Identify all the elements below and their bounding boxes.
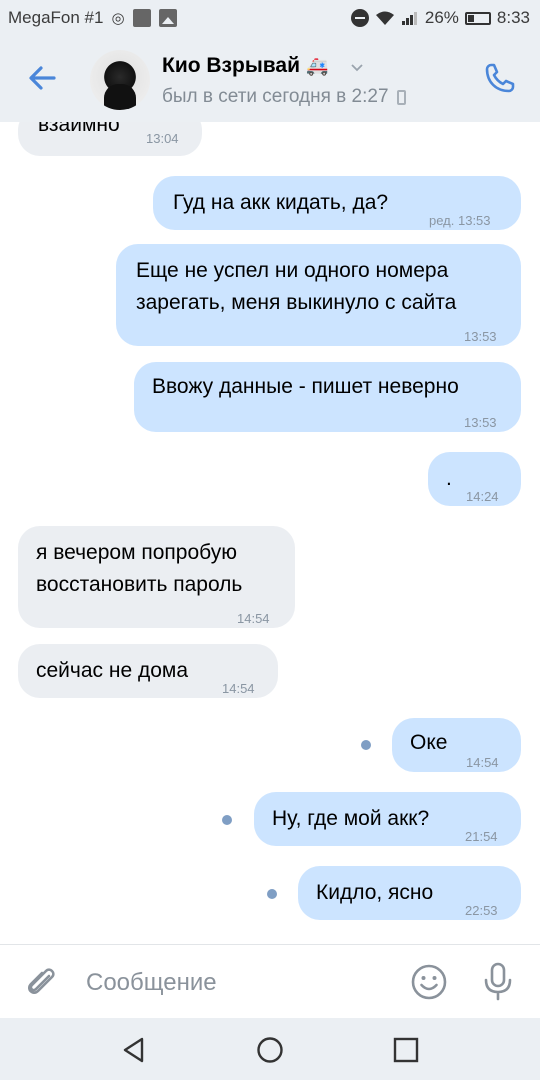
message-outgoing[interactable]: Ввожу данные - пишет неверно 13:53 bbox=[134, 362, 521, 432]
avatar[interactable] bbox=[90, 50, 150, 110]
system-navigation-bar bbox=[0, 1018, 540, 1080]
nav-back-icon[interactable] bbox=[120, 1036, 148, 1064]
notification-icon bbox=[132, 9, 151, 27]
back-arrow-icon[interactable] bbox=[22, 58, 62, 98]
signal-icon bbox=[401, 12, 417, 25]
microphone-icon[interactable] bbox=[480, 961, 516, 1001]
message-text: взаимно bbox=[38, 122, 120, 136]
nav-recents-icon[interactable] bbox=[392, 1036, 420, 1064]
image-icon bbox=[158, 9, 177, 27]
unread-indicator bbox=[361, 740, 371, 750]
last-seen-status: был в сети сегодня в 2:27 bbox=[162, 86, 406, 108]
dnd-icon bbox=[350, 9, 369, 27]
unread-indicator bbox=[222, 815, 232, 825]
battery-percent: 26% bbox=[424, 8, 459, 27]
message-incoming[interactable]: взаимно 13:04 bbox=[18, 122, 202, 156]
wifi-icon bbox=[375, 11, 394, 25]
message-input[interactable] bbox=[86, 965, 386, 1001]
message-outgoing[interactable]: Еще не успел ни одного номера зарегать, … bbox=[116, 244, 521, 346]
message-outgoing[interactable]: Ну, где мой акк? 21:54 bbox=[254, 792, 521, 846]
contact-name[interactable]: Кио Взрывай 🚑 bbox=[162, 54, 328, 78]
message-time: 14:54 bbox=[466, 755, 499, 770]
message-text: Ну, где мой акк? bbox=[272, 807, 430, 830]
message-incoming[interactable]: сейчас не дома 14:54 bbox=[18, 644, 278, 698]
message-outgoing[interactable]: Гуд на акк кидать, да? ред. 13:53 bbox=[153, 176, 521, 230]
message-time: 13:53 bbox=[464, 415, 497, 430]
message-text: Оке bbox=[410, 731, 448, 754]
smiley-icon[interactable] bbox=[410, 963, 448, 1001]
battery-icon bbox=[464, 11, 491, 25]
message-text: Кидло, ясно bbox=[316, 881, 434, 904]
message-outgoing[interactable]: Оке 14:54 bbox=[392, 718, 521, 772]
message-time: 14:24 bbox=[466, 489, 499, 504]
message-time: 13:04 bbox=[146, 131, 179, 146]
chat-header: Кио Взрывай 🚑 был в сети сегодня в 2:27 bbox=[0, 36, 540, 122]
paperclip-icon[interactable] bbox=[22, 963, 60, 1001]
chevron-down-icon[interactable] bbox=[350, 60, 364, 74]
message-time: 14:54 bbox=[222, 681, 255, 696]
ambulance-emoji: 🚑 bbox=[305, 55, 329, 76]
message-time: ред. 13:53 bbox=[429, 213, 491, 228]
message-text-line: восстановить пароль bbox=[36, 573, 243, 596]
clock: 8:33 bbox=[496, 8, 530, 27]
unread-indicator bbox=[267, 889, 277, 899]
nav-home-icon[interactable] bbox=[256, 1036, 284, 1064]
message-text: сейчас не дома bbox=[36, 659, 189, 682]
phone-call-icon[interactable] bbox=[480, 58, 520, 98]
message-time: 21:54 bbox=[465, 829, 498, 844]
message-outgoing[interactable]: Кидло, ясно 22:53 bbox=[298, 866, 521, 920]
message-text-line: Еще не успел ни одного номера bbox=[136, 259, 449, 282]
message-text: . bbox=[446, 467, 452, 490]
contact-name-text: Кио Взрывай bbox=[162, 54, 300, 77]
message-time: 22:53 bbox=[465, 903, 498, 918]
composer-bar bbox=[0, 944, 540, 1018]
message-text: Гуд на акк кидать, да? bbox=[173, 191, 389, 214]
status-bar: MegaFon #1 ◎ 26% 8:33 bbox=[0, 0, 540, 36]
last-seen-text: был в сети сегодня в 2:27 bbox=[162, 86, 389, 107]
message-text: Ввожу данные - пишет неверно bbox=[152, 375, 459, 398]
message-list[interactable]: взаимно 13:04 Гуд на акк кидать, да? ред… bbox=[0, 122, 540, 944]
hotspot-icon: ◎ bbox=[111, 10, 125, 27]
carrier-label: MegaFon #1 bbox=[8, 8, 104, 27]
mobile-device-icon bbox=[396, 89, 406, 105]
message-outgoing[interactable]: . 14:24 bbox=[428, 452, 521, 506]
message-time: 13:53 bbox=[464, 329, 497, 344]
message-time: 14:54 bbox=[237, 611, 270, 626]
message-text-line: зарегать, меня выкинуло с сайта bbox=[136, 291, 457, 314]
message-incoming[interactable]: я вечером попробую восстановить пароль 1… bbox=[18, 526, 295, 628]
message-text-line: я вечером попробую bbox=[36, 541, 237, 564]
